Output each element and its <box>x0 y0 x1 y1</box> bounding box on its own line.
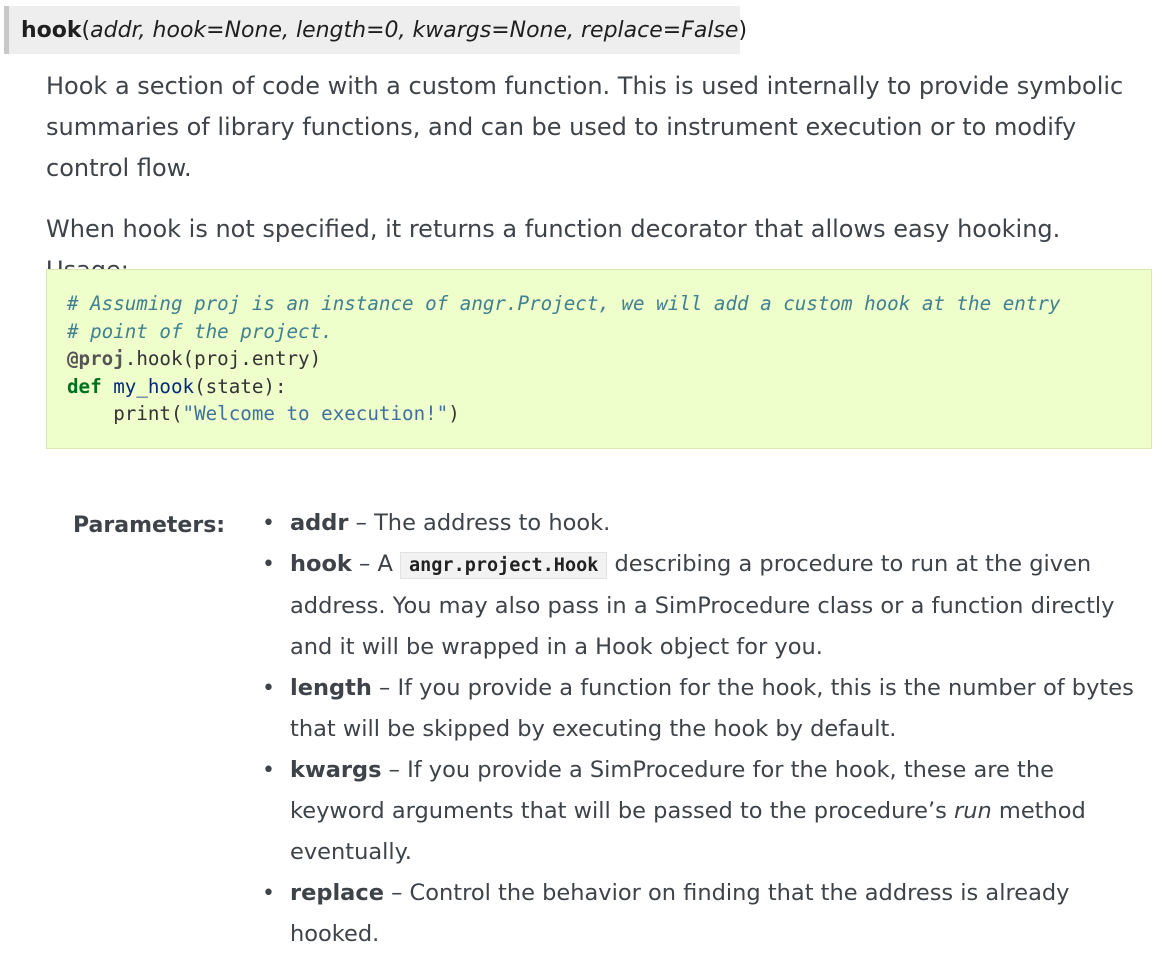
param-name: length <box>290 675 372 701</box>
param-item-hook: • hook – A angr.project.Hook describing a… <box>258 544 1138 668</box>
param-separator: – <box>351 551 378 577</box>
code-text: (state): <box>194 374 287 398</box>
bullet: • <box>262 758 275 783</box>
code-text: print( <box>113 402 183 425</box>
description-paragraph-1: Hook a section of code with a custom fun… <box>46 72 1124 182</box>
param-name: hook <box>290 551 352 577</box>
param-name: replace <box>290 880 384 906</box>
param-item-kwargs: • kwargs – If you provide a SimProcedure … <box>258 750 1138 873</box>
param-separator: – <box>348 510 375 536</box>
param-description: A <box>377 551 401 577</box>
function-signature: hook(addr, hook=None, length=0, kwargs=N… <box>4 6 747 54</box>
code-line-3: @proj.hook(proj.entry) <box>67 345 1151 373</box>
function-params: addr, hook=None, length=0, kwargs=None, … <box>90 17 739 43</box>
param-item-replace: • replace – Control the behavior on findi… <box>258 873 1138 955</box>
code-text: .hook(proj.entry) <box>124 347 322 370</box>
signature-close-paren: ) <box>738 17 748 43</box>
function-name: hook <box>21 17 82 43</box>
code-function-name: my_hook <box>113 374 195 398</box>
param-separator: – <box>381 757 408 783</box>
emphasized-term: run <box>953 798 992 824</box>
param-separator: – <box>371 675 398 701</box>
parameters-list: • addr – The address to hook. • hook – A a… <box>258 503 1138 955</box>
code-text: ) <box>448 402 460 425</box>
param-name: addr <box>290 510 349 536</box>
code-string: "Welcome to execution!" <box>182 402 449 425</box>
code-example: # Assuming proj is an instance of angr.P… <box>46 269 1152 449</box>
parameters-label: Parameters: <box>73 513 226 538</box>
code-keyword: def <box>67 374 102 398</box>
inline-code-reference: angr.project.Hook <box>400 552 608 579</box>
code-comment: # point of the project. <box>67 319 333 343</box>
code-line-4: def my_hook(state): <box>67 373 1151 401</box>
bullet: • <box>262 511 275 536</box>
bullet: • <box>262 881 275 906</box>
bullet: • <box>262 676 275 701</box>
code-line-2: # point of the project. <box>67 318 1151 346</box>
signature-open-paren: ( <box>81 17 91 43</box>
code-line-1: # Assuming proj is an instance of angr.P… <box>67 290 1151 318</box>
code-comment: # Assuming proj is an instance of angr.P… <box>67 292 1061 315</box>
code-decorator: @proj <box>67 347 125 370</box>
code-line-5: print("Welcome to execution!") <box>67 400 1151 428</box>
param-item-length: • length – If you provide a function for … <box>258 668 1138 750</box>
param-item-addr: • addr – The address to hook. <box>258 503 1138 544</box>
bullet: • <box>262 552 275 577</box>
param-description: The address to hook. <box>374 510 611 536</box>
param-name: kwargs <box>290 757 382 783</box>
param-description: If you provide a function for the hook, … <box>290 675 1134 742</box>
param-separator: – <box>383 880 410 906</box>
